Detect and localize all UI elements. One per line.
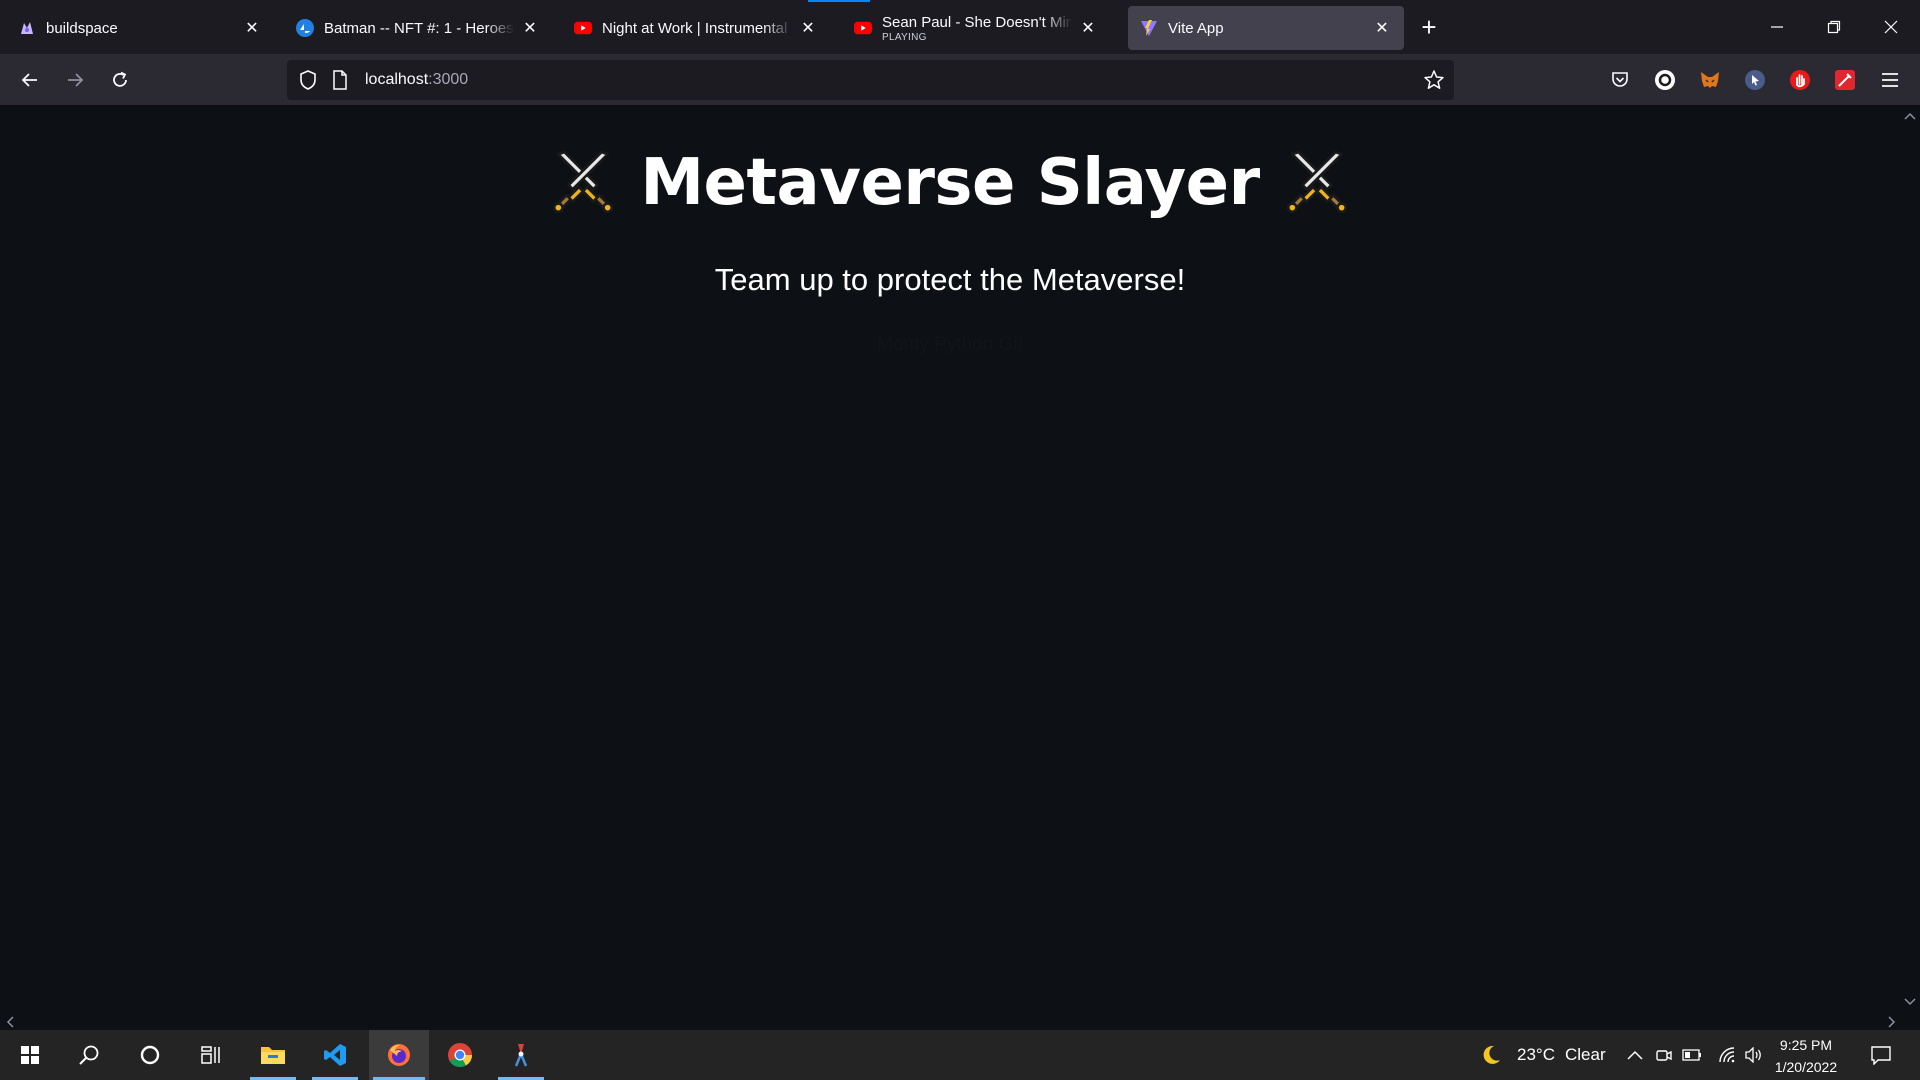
forward-button[interactable] — [59, 64, 91, 96]
weather-moon-icon[interactable] — [1480, 1044, 1502, 1066]
tab-strip: buildspace ✕ Batman -- NFT #: 1 - Heroes… — [0, 0, 1920, 54]
close-tab-icon[interactable]: ✕ — [242, 18, 262, 38]
scroll-up-arrow-icon[interactable] — [1902, 108, 1918, 124]
extension-o-icon[interactable] — [1651, 66, 1679, 94]
tab-title: Batman -- NFT #: 1 - Heroes - n — [324, 19, 514, 37]
weather-temperature[interactable]: 23°C — [1517, 1045, 1555, 1065]
tracking-protection-shield-icon[interactable] — [297, 69, 319, 91]
search-button[interactable] — [62, 1030, 116, 1080]
tab-title: buildspace — [46, 19, 118, 37]
task-view-icon — [201, 1046, 220, 1064]
back-button[interactable] — [14, 64, 46, 96]
page-subtitle: Team up to protect the Metaverse! — [714, 262, 1186, 297]
bookmark-star-icon[interactable] — [1422, 68, 1446, 92]
start-button[interactable] — [3, 1030, 57, 1080]
youtube-icon — [574, 19, 592, 37]
chrome-icon — [448, 1043, 472, 1068]
weather-description[interactable]: Clear — [1565, 1045, 1606, 1065]
cursor-extension-icon[interactable] — [1741, 66, 1769, 94]
tab-night-at-work[interactable]: Night at Work | Instrumental Ch ✕ — [562, 6, 830, 50]
new-tab-button[interactable]: + — [1414, 14, 1444, 44]
pocket-icon[interactable] — [1606, 66, 1634, 94]
tab-vite-app[interactable]: Vite App ✕ — [1128, 6, 1404, 50]
scroll-left-arrow-icon[interactable] — [2, 1014, 18, 1030]
tab-title: Sean Paul - She Doesn't Mind (N — [882, 13, 1072, 31]
reload-button[interactable] — [104, 64, 136, 96]
tab-playing-label: PLAYING — [882, 31, 927, 43]
clock-time: 9:25 PM — [1779, 1037, 1833, 1053]
battery-icon[interactable] — [1681, 1044, 1703, 1066]
app-button[interactable] — [494, 1030, 548, 1080]
firefox-icon — [388, 1044, 410, 1066]
search-icon — [79, 1045, 99, 1065]
tab-buildspace[interactable]: buildspace ✕ — [6, 6, 274, 50]
page-info-icon[interactable] — [329, 69, 351, 91]
color-picker-extension-icon[interactable] — [1831, 66, 1859, 94]
tab-title: Night at Work | Instrumental Ch — [602, 19, 792, 37]
file-explorer-button[interactable] — [246, 1030, 300, 1080]
tab-batman-nft[interactable]: Batman -- NFT #: 1 - Heroes - n ✕ — [284, 6, 552, 50]
close-tab-icon[interactable]: ✕ — [520, 18, 540, 38]
url-host: localhost — [365, 71, 429, 88]
firefox-button[interactable] — [369, 1030, 429, 1080]
meet-now-icon[interactable] — [1653, 1044, 1675, 1066]
tab-sean-paul[interactable]: Sean Paul - She Doesn't Mind (N PLAYING … — [842, 6, 1110, 50]
youtube-icon — [854, 19, 872, 37]
clock-date: 1/20/2022 — [1774, 1059, 1838, 1075]
cortana-icon — [140, 1045, 160, 1065]
show-hidden-icons-chevron-icon[interactable] — [1624, 1044, 1646, 1066]
vscode-icon — [324, 1044, 346, 1066]
crossed-swords-icon — [553, 150, 614, 214]
windows-taskbar: 23°C Clear 9:25 PM 1/20/2022 — [0, 1030, 1920, 1080]
app-icon — [514, 1044, 528, 1067]
tab-title: Vite App — [1168, 19, 1224, 37]
restore-button[interactable] — [1814, 12, 1854, 42]
task-view-button[interactable] — [184, 1030, 238, 1080]
metamask-icon[interactable] — [1696, 66, 1724, 94]
navigation-toolbar: localhost:3000 — [0, 54, 1920, 106]
wifi-icon[interactable] — [1716, 1044, 1738, 1066]
vite-icon — [1140, 19, 1158, 37]
system-clock[interactable]: 9:25 PM 1/20/2022 — [1756, 1034, 1856, 1078]
chrome-button[interactable] — [433, 1030, 487, 1080]
hand-extension-icon[interactable] — [1786, 66, 1814, 94]
gif-alt-text: Monty Python Gif — [877, 334, 1023, 355]
folder-icon — [261, 1047, 285, 1064]
url-text: localhost:3000 — [365, 71, 468, 89]
close-tab-icon[interactable]: ✕ — [798, 18, 818, 38]
menu-icon[interactable] — [1876, 66, 1904, 94]
opensea-icon — [296, 19, 314, 37]
vscode-button[interactable] — [308, 1030, 362, 1080]
page-title: Metaverse Slayer — [640, 146, 1260, 220]
close-tab-icon[interactable]: ✕ — [1078, 18, 1098, 38]
close-tab-icon[interactable]: ✕ — [1372, 18, 1392, 38]
minimize-button[interactable] — [1757, 12, 1797, 42]
cortana-button[interactable] — [123, 1030, 177, 1080]
buildspace-icon — [18, 19, 36, 37]
tab-playing-indicator — [808, 0, 870, 2]
scroll-right-arrow-icon[interactable] — [1884, 1014, 1900, 1030]
page-viewport: Metaverse Slayer Team up to protect the … — [0, 106, 1920, 1030]
windows-logo-icon — [21, 1046, 39, 1064]
url-port: :3000 — [428, 71, 469, 88]
page-header: Metaverse Slayer — [0, 146, 1900, 220]
close-window-button[interactable] — [1871, 12, 1911, 42]
crossed-swords-icon — [1286, 150, 1347, 214]
scroll-down-arrow-icon[interactable] — [1902, 994, 1918, 1010]
address-bar[interactable]: localhost:3000 — [287, 60, 1454, 100]
notifications-icon[interactable] — [1868, 1044, 1894, 1066]
